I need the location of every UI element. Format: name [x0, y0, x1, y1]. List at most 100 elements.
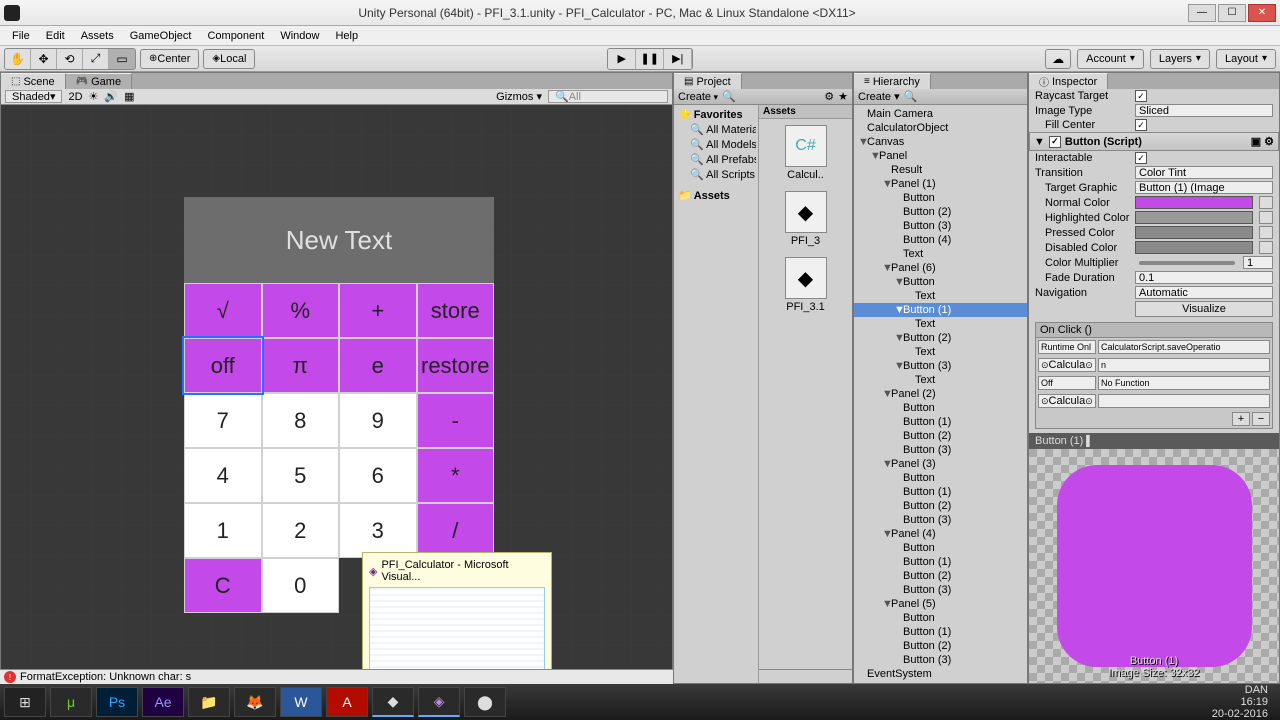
visualize-button[interactable]: Visualize: [1135, 301, 1273, 317]
calc-button[interactable]: 7: [184, 393, 262, 448]
calc-button[interactable]: √: [184, 283, 262, 338]
hierarchy-item[interactable]: Text: [854, 289, 1027, 303]
fx-icon[interactable]: ▦: [124, 90, 134, 103]
account-dropdown[interactable]: Account ▾: [1077, 49, 1144, 69]
tab-scene[interactable]: ⬚ Scene: [1, 73, 66, 89]
eyedropper-icon[interactable]: [1259, 241, 1273, 254]
eyedropper-icon[interactable]: [1259, 196, 1273, 209]
hierarchy-item[interactable]: Text: [854, 373, 1027, 387]
calc-button[interactable]: restore: [417, 338, 495, 393]
taskbar-photoshop[interactable]: Ps: [96, 687, 138, 717]
hierarchy-item[interactable]: Button: [854, 471, 1027, 485]
onclick-remove-button[interactable]: −: [1252, 412, 1270, 426]
hierarchy-item[interactable]: Button (1): [854, 555, 1027, 569]
toggle-2d[interactable]: 2D: [68, 91, 82, 103]
dropdown-navigation[interactable]: Automatic: [1135, 286, 1273, 299]
menu-component[interactable]: Component: [199, 28, 272, 44]
hierarchy-tree[interactable]: Main CameraCalculatorObject▼Canvas▼Panel…: [854, 105, 1027, 683]
favorite-filter[interactable]: 🔍 All Scripts: [676, 167, 756, 182]
audio-icon[interactable]: 🔊: [104, 90, 118, 103]
icon-size-slider[interactable]: [759, 669, 852, 683]
step-button[interactable]: ▶|: [664, 49, 692, 69]
favorite-filter[interactable]: 🔍 All Models: [676, 137, 756, 152]
filter-icon[interactable]: ⚙: [824, 90, 834, 103]
taskbar-unity[interactable]: ◆: [372, 687, 414, 717]
taskbar-word[interactable]: W: [280, 687, 322, 717]
console-status-bar[interactable]: ! FormatException: Unknown char: s: [0, 669, 673, 684]
hierarchy-item[interactable]: Main Camera: [854, 107, 1027, 121]
tab-hierarchy[interactable]: ≡ Hierarchy: [854, 73, 931, 89]
calc-button[interactable]: +: [339, 283, 417, 338]
hierarchy-item[interactable]: ▼Canvas: [854, 135, 1027, 149]
hierarchy-item[interactable]: ▼Panel (1): [854, 177, 1027, 191]
scale-tool[interactable]: ⤢: [83, 49, 109, 69]
hierarchy-item[interactable]: Button: [854, 401, 1027, 415]
asset-item[interactable]: C#Calcul..: [779, 125, 833, 181]
layout-dropdown[interactable]: Layout ▾: [1216, 49, 1276, 69]
hierarchy-item[interactable]: ▼Button (3): [854, 359, 1027, 373]
onclick-function-dropdown[interactable]: CalculatorScript.saveOperatio: [1098, 340, 1270, 354]
play-button[interactable]: ▶: [608, 49, 636, 69]
calc-button[interactable]: *: [417, 448, 495, 503]
onclick-object-field[interactable]: ⊙ Calcula ⊙: [1038, 358, 1096, 372]
checkbox-raycast-target[interactable]: ✓: [1135, 90, 1147, 102]
hierarchy-item[interactable]: Button: [854, 541, 1027, 555]
hierarchy-item[interactable]: ▼Button (1): [854, 303, 1027, 317]
menu-help[interactable]: Help: [327, 28, 366, 44]
calc-button[interactable]: 1: [184, 503, 262, 558]
minimize-button[interactable]: —: [1188, 4, 1216, 22]
hierarchy-item[interactable]: ▼Panel (4): [854, 527, 1027, 541]
menu-assets[interactable]: Assets: [73, 28, 122, 44]
hierarchy-item[interactable]: Button (1): [854, 485, 1027, 499]
taskbar-acrobat[interactable]: A: [326, 687, 368, 717]
hierarchy-item[interactable]: CalculatorObject: [854, 121, 1027, 135]
start-button[interactable]: ⊞: [4, 687, 46, 717]
hierarchy-item[interactable]: Button (3): [854, 443, 1027, 457]
dropdown-image-type[interactable]: Sliced: [1135, 104, 1273, 117]
hierarchy-item[interactable]: Button (1): [854, 625, 1027, 639]
maximize-button[interactable]: ☐: [1218, 4, 1246, 22]
gizmos-dropdown[interactable]: Gizmos ▾: [496, 90, 542, 103]
taskbar-obs[interactable]: ⬤: [464, 687, 506, 717]
favorite-filter[interactable]: 🔍 All Materia: [676, 122, 756, 137]
eyedropper-icon[interactable]: [1259, 226, 1273, 239]
hierarchy-item[interactable]: Button (4): [854, 233, 1027, 247]
favorite-filter[interactable]: 🔍 All Prefabs: [676, 152, 756, 167]
assets-breadcrumb[interactable]: Assets: [759, 105, 852, 119]
calc-button[interactable]: e: [339, 338, 417, 393]
field-fade-duration[interactable]: 0.1: [1135, 271, 1273, 284]
layers-dropdown[interactable]: Layers ▾: [1150, 49, 1210, 69]
hierarchy-item[interactable]: Button (2): [854, 499, 1027, 513]
onclick-function-dropdown[interactable]: No Function: [1098, 376, 1270, 390]
checkbox-interactable[interactable]: ✓: [1135, 152, 1147, 164]
taskbar-aftereffects[interactable]: Ae: [142, 687, 184, 717]
hierarchy-item[interactable]: ▼Button: [854, 275, 1027, 289]
hierarchy-item[interactable]: Text: [854, 317, 1027, 331]
calc-button[interactable]: 3: [339, 503, 417, 558]
field-color-multiplier[interactable]: 1: [1243, 256, 1273, 269]
button-script-header[interactable]: ▼ ✓ Button (Script)▣ ⚙: [1029, 132, 1279, 151]
color-disabled[interactable]: [1135, 241, 1253, 254]
calc-button[interactable]: off: [184, 338, 262, 393]
hierarchy-item[interactable]: ▼Panel (6): [854, 261, 1027, 275]
hierarchy-item[interactable]: ▼Panel: [854, 149, 1027, 163]
onclick-object-field[interactable]: ⊙ Calcula ⊙: [1038, 394, 1096, 408]
draw-mode-dropdown[interactable]: Shaded ▾: [5, 90, 62, 103]
hierarchy-item[interactable]: ▼Panel (3): [854, 457, 1027, 471]
hierarchy-item[interactable]: ▼Panel (2): [854, 387, 1027, 401]
calc-button[interactable]: 9: [339, 393, 417, 448]
calc-button[interactable]: 0: [262, 558, 340, 613]
hierarchy-item[interactable]: ▼Panel (5): [854, 597, 1027, 611]
hierarchy-item[interactable]: Button: [854, 611, 1027, 625]
calc-button[interactable]: %: [262, 283, 340, 338]
calc-button[interactable]: store: [417, 283, 495, 338]
scene-view[interactable]: ✥ New Text √%+storeoffπerestore789-456*1…: [1, 105, 672, 683]
calc-button[interactable]: C: [184, 558, 262, 613]
taskbar-firefox[interactable]: 🦊: [234, 687, 276, 717]
vs-preview-thumbnail[interactable]: [369, 587, 545, 675]
cloud-button[interactable]: ☁: [1045, 49, 1071, 69]
menu-gameobject[interactable]: GameObject: [122, 28, 200, 44]
tab-inspector[interactable]: ⓘ Inspector: [1029, 73, 1108, 89]
hierarchy-item[interactable]: Button (2): [854, 205, 1027, 219]
eyedropper-icon[interactable]: [1259, 211, 1273, 224]
